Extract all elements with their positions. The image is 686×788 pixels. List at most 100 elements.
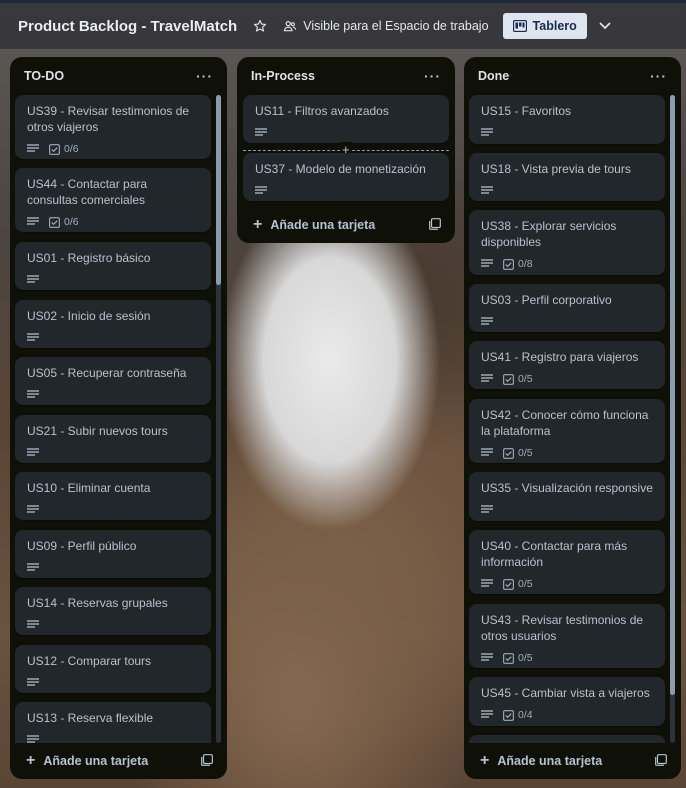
card[interactable]: US01 - Registro básico: [15, 242, 211, 290]
list-scrollbar[interactable]: [216, 95, 221, 743]
card-title: US13 - Reserva flexible: [27, 711, 154, 725]
list-title[interactable]: In-Process: [251, 69, 315, 83]
list-title[interactable]: Done: [478, 69, 509, 83]
description-icon: [481, 446, 495, 460]
board-view-label: Tablero: [532, 19, 577, 33]
add-card-label: Añade una tarjeta: [497, 754, 603, 768]
description-icon: [27, 733, 41, 743]
checklist-badge: 0/4: [503, 707, 533, 723]
card-title: US44 - Contactar para consultas comercia…: [27, 177, 148, 207]
add-card-button[interactable]: + Añade una tarjeta: [472, 747, 673, 775]
visibility-label: Visible para el Espacio de trabajo: [303, 19, 489, 33]
card[interactable]: US44 - Contactar para consultas comercia…: [15, 168, 211, 232]
card-title: US37 - Modelo de monetización: [255, 162, 426, 176]
card-title: US09 - Perfil público: [27, 539, 137, 553]
card-title: US14 - Reservas grupales: [27, 596, 168, 610]
card[interactable]: US39 - Revisar testimonios de otros viaj…: [15, 95, 211, 159]
card[interactable]: US38 - Explorar servicios disponibles 0/…: [469, 210, 665, 275]
add-card-button[interactable]: + Añade una tarjeta: [245, 211, 447, 239]
people-icon: [284, 21, 297, 32]
checklist-icon: [503, 258, 514, 270]
description-icon: [27, 388, 41, 402]
list-title[interactable]: TO-DO: [24, 69, 64, 83]
card[interactable]: US11 - Filtros avanzados: [243, 95, 449, 143]
card[interactable]: US37 - Modelo de monetización: [243, 153, 449, 201]
checklist-icon: [49, 143, 60, 155]
plus-icon: +: [480, 752, 490, 769]
scrollbar-thumb[interactable]: [216, 95, 221, 285]
template-icon[interactable]: [201, 754, 213, 769]
card[interactable]: US35 - Visualización responsive: [469, 472, 665, 521]
checklist-icon: [503, 652, 514, 664]
card[interactable]: US18 - Vista previa de tours: [469, 153, 665, 201]
card-title: US10 - Eliminar cuenta: [27, 481, 151, 495]
board-view-button[interactable]: Tablero: [502, 13, 587, 39]
card-title: US02 - Inicio de sesión: [27, 309, 151, 323]
list-todo: TO-DO ··· US39 - Revisar testimonios de …: [10, 57, 227, 779]
card[interactable]: US05 - Recuperar contraseña: [15, 357, 211, 405]
template-icon[interactable]: [429, 218, 441, 233]
card[interactable]: [469, 735, 665, 743]
description-icon: [481, 503, 495, 517]
checklist-icon: [49, 216, 60, 228]
card[interactable]: US45 - Cambiar vista a viajeros 0/4: [469, 677, 665, 726]
card[interactable]: US21 - Subir nuevos tours: [15, 415, 211, 463]
card-title: US42 - Conocer cómo funciona la platafor…: [481, 408, 649, 438]
card[interactable]: US41 - Registro para viajeros 0/5: [469, 341, 665, 389]
card[interactable]: US09 - Perfil público: [15, 530, 211, 578]
card[interactable]: US14 - Reservas grupales: [15, 587, 211, 635]
description-icon: [481, 577, 495, 591]
description-icon: [481, 184, 495, 198]
checklist-badge: 0/6: [49, 141, 79, 157]
card-title: US01 - Registro básico: [27, 251, 151, 265]
list-menu-icon[interactable]: ···: [424, 68, 441, 84]
star-icon[interactable]: [253, 18, 269, 34]
card-title: US11 - Filtros avanzados: [255, 104, 389, 118]
description-icon: [27, 676, 41, 690]
card[interactable]: US10 - Eliminar cuenta: [15, 472, 211, 520]
description-icon: [27, 618, 41, 632]
card[interactable]: US13 - Reserva flexible: [15, 702, 211, 743]
card-title: US05 - Recuperar contraseña: [27, 366, 187, 380]
card[interactable]: US43 - Revisar testimonios de otros usua…: [469, 604, 665, 668]
description-icon: [27, 142, 41, 156]
card[interactable]: US40 - Contactar para más información 0/…: [469, 530, 665, 594]
checklist-badge: 0/5: [503, 445, 533, 461]
card-title: US40 - Contactar para más información: [481, 539, 628, 569]
card[interactable]: US12 - Comparar tours: [15, 645, 211, 693]
card-title: US39 - Revisar testimonios de otros viaj…: [27, 104, 190, 134]
visibility-button[interactable]: Visible para el Espacio de trabajo: [283, 19, 489, 33]
scrollbar-thumb[interactable]: [670, 95, 675, 695]
board-title[interactable]: Product Backlog - TravelMatch: [18, 18, 237, 35]
card-title: US35 - Visualización responsive: [481, 481, 653, 495]
description-icon: [27, 273, 41, 287]
card-title: US15 - Favoritos: [481, 104, 572, 118]
description-icon: [27, 446, 41, 460]
description-icon: [255, 126, 269, 140]
card[interactable]: US02 - Inicio de sesión: [15, 300, 211, 348]
card-title: US41 - Registro para viajeros: [481, 350, 639, 364]
list-scrollbar[interactable]: [670, 95, 675, 743]
drop-divider: +: [243, 142, 449, 158]
plus-icon: +: [26, 752, 36, 769]
card-title: US45 - Cambiar vista a viajeros: [481, 686, 650, 700]
description-icon: [27, 331, 41, 345]
checklist-icon: [503, 373, 514, 385]
chevron-down-icon[interactable]: [599, 22, 611, 30]
add-card-label: Añade una tarjeta: [43, 754, 149, 768]
board-header: Product Backlog - TravelMatch Visible pa…: [0, 0, 686, 49]
description-icon: [481, 372, 495, 386]
card[interactable]: US03 - Perfil corporativo: [469, 284, 665, 332]
checklist-badge: 0/6: [49, 214, 79, 230]
list-menu-icon[interactable]: ···: [196, 68, 213, 84]
card[interactable]: US42 - Conocer cómo funciona la platafor…: [469, 399, 665, 463]
card[interactable]: US15 - Favoritos: [469, 95, 665, 144]
add-card-button[interactable]: + Añade una tarjeta: [18, 747, 219, 775]
list-menu-icon[interactable]: ···: [650, 68, 667, 84]
description-icon: [481, 315, 495, 329]
card-title: US03 - Perfil corporativo: [481, 293, 612, 307]
description-icon: [255, 184, 269, 198]
template-icon[interactable]: [655, 754, 667, 769]
description-icon: [481, 708, 495, 722]
card-title: US38 - Explorar servicios disponibles: [481, 219, 617, 249]
